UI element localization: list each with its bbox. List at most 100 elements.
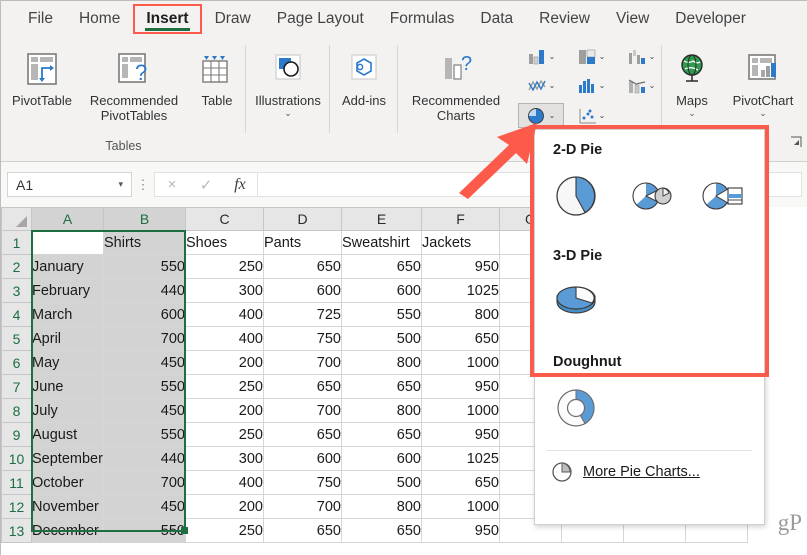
cell-E13[interactable]: 650: [341, 518, 422, 543]
cell-A12[interactable]: November: [31, 494, 104, 519]
addins-button[interactable]: Add-ins: [330, 47, 398, 108]
cell-F6[interactable]: 1000: [421, 350, 500, 375]
pie-chart-button[interactable]: ⌄: [518, 103, 564, 128]
tab-file[interactable]: File: [15, 4, 66, 34]
pivotchart-button[interactable]: PivotChart ⌄: [722, 47, 804, 119]
column-header-a[interactable]: A: [31, 207, 104, 232]
cell-B12[interactable]: 450: [103, 494, 186, 519]
cell-B6[interactable]: 450: [103, 350, 186, 375]
cell-C13[interactable]: 250: [185, 518, 264, 543]
chevron-down-icon[interactable]: ⌄: [549, 52, 556, 61]
cell-F8[interactable]: 1000: [421, 398, 500, 423]
cell-F3[interactable]: 1025: [421, 278, 500, 303]
cell-C3[interactable]: 300: [185, 278, 264, 303]
cell-B8[interactable]: 450: [103, 398, 186, 423]
cell-C7[interactable]: 250: [185, 374, 264, 399]
fill-handle[interactable]: [181, 527, 188, 534]
cell-E8[interactable]: 800: [341, 398, 422, 423]
cell-A10[interactable]: September: [31, 446, 104, 471]
cell-E11[interactable]: 500: [341, 470, 422, 495]
cell-E3[interactable]: 600: [341, 278, 422, 303]
cell-B1[interactable]: Shirts: [103, 230, 186, 255]
cell-E5[interactable]: 500: [341, 326, 422, 351]
cell-E4[interactable]: 550: [341, 302, 422, 327]
cell-B13[interactable]: 550: [103, 518, 186, 543]
cell-F9[interactable]: 950: [421, 422, 500, 447]
cell-E9[interactable]: 650: [341, 422, 422, 447]
row-header-13[interactable]: 13: [1, 518, 32, 543]
tab-formulas[interactable]: Formulas: [377, 4, 468, 34]
gallery-item-bar-of-pie[interactable]: [693, 170, 751, 222]
cell-A6[interactable]: May: [31, 350, 104, 375]
tab-page-layout[interactable]: Page Layout: [264, 4, 377, 34]
cell-C6[interactable]: 200: [185, 350, 264, 375]
cell-A11[interactable]: October: [31, 470, 104, 495]
column-bar-chart-button[interactable]: ⌄: [518, 44, 564, 69]
cell-D13[interactable]: 650: [263, 518, 342, 543]
recommended-charts-button[interactable]: ? Recommended Charts: [400, 47, 512, 123]
cell-E2[interactable]: 650: [341, 254, 422, 279]
gallery-item-doughnut[interactable]: [549, 382, 607, 434]
insert-function-button[interactable]: fx: [223, 176, 257, 194]
cell-D11[interactable]: 750: [263, 470, 342, 495]
pivotchart-chevron-down-icon[interactable]: ⌄: [722, 108, 804, 119]
chevron-down-icon[interactable]: ⌄: [599, 52, 606, 61]
cell-F13[interactable]: 950: [421, 518, 500, 543]
cell-D6[interactable]: 700: [263, 350, 342, 375]
name-box-chevron-down-icon[interactable]: ▾: [118, 179, 123, 190]
cell-E12[interactable]: 800: [341, 494, 422, 519]
select-all-corner[interactable]: [1, 207, 32, 231]
statistic-chart-button[interactable]: ⌄: [568, 73, 614, 98]
pivottable-button[interactable]: PivotTable: [7, 47, 77, 108]
cell-D8[interactable]: 700: [263, 398, 342, 423]
cell-B10[interactable]: 440: [103, 446, 186, 471]
row-header-4[interactable]: 4: [1, 302, 32, 327]
hierarchy-chart-button[interactable]: ⌄: [568, 44, 614, 69]
cell-C9[interactable]: 250: [185, 422, 264, 447]
cell-F12[interactable]: 1000: [421, 494, 500, 519]
tab-insert[interactable]: Insert: [133, 4, 202, 34]
cancel-button[interactable]: ×: [155, 176, 189, 193]
cell-B4[interactable]: 600: [103, 302, 186, 327]
name-box[interactable]: A1 ▾: [7, 172, 132, 197]
scatter-chart-button[interactable]: ⌄: [568, 103, 614, 128]
cell-A1[interactable]: [31, 230, 104, 255]
chevron-down-icon[interactable]: ⌄: [599, 81, 606, 90]
chevron-down-icon[interactable]: ⌄: [549, 81, 556, 90]
cell-E6[interactable]: 800: [341, 350, 422, 375]
tab-home[interactable]: Home: [66, 4, 133, 34]
cell-D1[interactable]: Pants: [263, 230, 342, 255]
gallery-item-pie-3d[interactable]: [549, 276, 607, 328]
enter-button[interactable]: ✓: [189, 176, 223, 194]
cell-B3[interactable]: 440: [103, 278, 186, 303]
cell-C10[interactable]: 300: [185, 446, 264, 471]
row-header-6[interactable]: 6: [1, 350, 32, 375]
cell-A5[interactable]: April: [31, 326, 104, 351]
cell-C2[interactable]: 250: [185, 254, 264, 279]
cell-F5[interactable]: 650: [421, 326, 500, 351]
cell-F7[interactable]: 950: [421, 374, 500, 399]
gallery-item-pie-of-pie[interactable]: [621, 170, 679, 222]
cell-A13[interactable]: December: [31, 518, 104, 543]
cell-B2[interactable]: 550: [103, 254, 186, 279]
table-button[interactable]: Table: [191, 47, 243, 108]
cell-E7[interactable]: 650: [341, 374, 422, 399]
combo-chart-button[interactable]: ⌄: [618, 73, 664, 98]
column-header-d[interactable]: D: [263, 207, 342, 231]
row-header-2[interactable]: 2: [1, 254, 32, 279]
cell-A9[interactable]: August: [31, 422, 104, 447]
cell-F4[interactable]: 800: [421, 302, 500, 327]
cell-C5[interactable]: 400: [185, 326, 264, 351]
illustrations-button[interactable]: Illustrations ⌄: [246, 47, 330, 119]
cell-C8[interactable]: 200: [185, 398, 264, 423]
cell-E1[interactable]: Sweatshirt: [341, 230, 422, 255]
cell-C1[interactable]: Shoes: [185, 230, 264, 255]
cell-F1[interactable]: Jackets: [421, 230, 500, 255]
formula-bar-menu-icon[interactable]: ⋮: [132, 177, 154, 193]
cell-F10[interactable]: 1025: [421, 446, 500, 471]
cell-A4[interactable]: March: [31, 302, 104, 327]
cell-A8[interactable]: July: [31, 398, 104, 423]
cell-D7[interactable]: 650: [263, 374, 342, 399]
row-header-7[interactable]: 7: [1, 374, 32, 399]
column-header-b[interactable]: B: [103, 207, 186, 232]
